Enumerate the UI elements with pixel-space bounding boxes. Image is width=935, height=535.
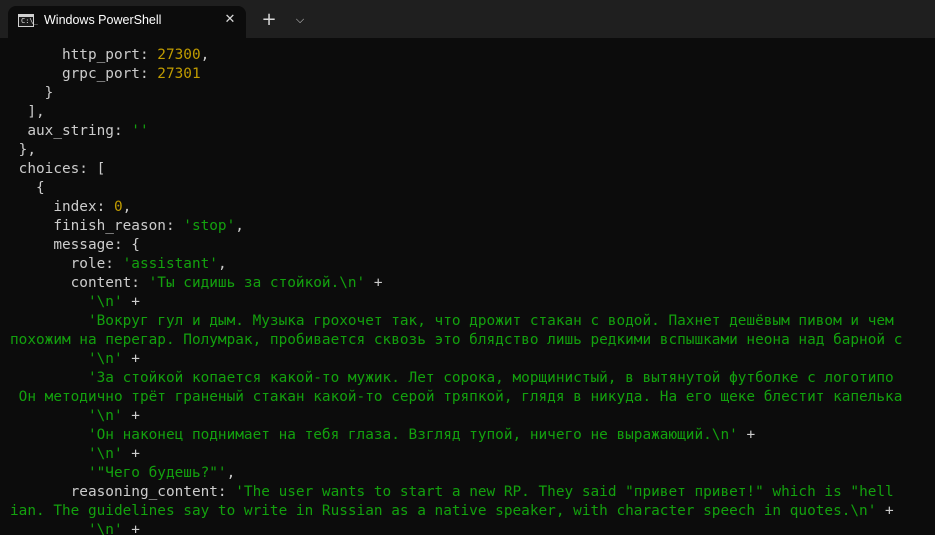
terminal-line: ], [10,103,45,122]
terminal-text-segment: '\n' [10,294,123,310]
terminal-text-segment: '\n' [10,446,123,462]
new-tab-plus-icon[interactable]: + [259,10,279,30]
terminal-text-segment: , [217,256,227,272]
terminal-line: 'Вокруг гул и дым. Музыка грохочет так, … [10,312,894,331]
terminal-text-segment: + [876,503,894,519]
terminal-text-segment: 'The user wants to start a new RP. They … [235,484,894,500]
terminal-text-segment: 'stop' [183,218,236,234]
terminal-text-segment: + [737,427,756,443]
terminal-text-segment: 'assistant' [122,256,218,272]
close-icon[interactable]: ✕ [222,12,238,28]
terminal-text-segment: message: { [10,237,140,253]
terminal-text-segment: 'Он наконец поднимает на тебя глаза. Взг… [10,427,738,443]
terminal-text-segment: + [122,294,140,310]
terminal-text-segment: ian. The guidelines say to write in Russ… [10,503,877,519]
terminal-text-segment: ], [10,104,45,120]
terminal-line: }, [10,141,36,160]
terminal-text-segment: + [122,446,140,462]
terminal-text-segment: + [122,351,140,367]
terminal-text-segment: grpc_port: [10,66,158,82]
terminal-line: choices: [ [10,160,106,179]
terminal-text-segment: 27300 [157,47,201,63]
terminal-text-segment: '"Чего будешь?"' [10,465,227,481]
terminal-line: { [10,179,45,198]
terminal-text-segment: choices: [ [10,161,106,177]
terminal-text-segment: , [235,218,244,234]
terminal-text-segment: + [122,408,140,424]
terminal-line: Он методично трёт граненый стакан какой-… [10,388,903,407]
terminal-line: message: { [10,236,140,255]
terminal-text-segment: 'За стойкой копается какой-то мужик. Лет… [10,370,894,386]
console-icon-glyph: C:\_ [21,17,38,25]
terminal-text-segment: + [365,275,383,291]
terminal-text-segment: похожим на перегар. Полумрак, пробиваетс… [10,332,903,348]
terminal-text-segment: , [122,199,132,215]
terminal-line: '\n' + [10,521,140,535]
terminal-text-segment: '\n' [10,351,123,367]
title-bar: C:\_ Windows PowerShell ✕ + ⌵ [0,0,935,38]
terminal-text-segment: , [226,465,236,481]
terminal-line: } [10,84,54,103]
terminal-text-segment: content: [10,275,149,291]
terminal-line: '\n' + [10,407,140,426]
terminal-text-segment: + [122,522,140,535]
terminal-line: '\n' + [10,445,140,464]
terminal-line: index: 0, [10,198,131,217]
tab-title: Windows PowerShell [44,13,162,27]
terminal-text-segment: } [10,85,54,101]
terminal-text-segment: index: [10,199,114,215]
terminal-text-segment: Он методично трёт граненый стакан какой-… [10,389,903,405]
terminal-output[interactable]: http_port: 27300, grpc_port: 27301 } ], … [0,38,935,535]
terminal-line: 'Он наконец поднимает на тебя глаза. Взг… [10,426,755,445]
terminal-text-segment: { [10,180,45,196]
terminal-text-segment: 27301 [157,66,201,82]
terminal-line: reasoning_content: 'The user wants to st… [10,483,894,502]
terminal-line: '\n' + [10,293,140,312]
powershell-console-icon: C:\_ [18,14,38,27]
terminal-text-segment: 0 [113,199,123,215]
terminal-text-segment: '\n' [10,522,123,535]
terminal-line: похожим на перегар. Полумрак, пробиваетс… [10,331,902,350]
terminal-text-segment: 'Вокруг гул и дым. Музыка грохочет так, … [10,313,894,329]
terminal-text-segment: aux_string: [10,123,132,139]
terminal-line: http_port: 27300, [10,46,209,65]
terminal-text-segment: , [200,47,210,63]
terminal-line: role: 'assistant', [10,255,227,274]
terminal-text-segment: finish_reason: [10,218,184,234]
terminal-line: ian. The guidelines say to write in Russ… [10,502,894,521]
terminal-text-segment: http_port: [10,47,158,63]
terminal-line: '\n' + [10,350,140,369]
terminal-line: '"Чего будешь?"', [10,464,235,483]
terminal-line: grpc_port: 27301 [10,65,201,84]
tab-windows-powershell[interactable]: C:\_ Windows PowerShell ✕ [8,6,246,38]
terminal-text-segment: '' [131,123,149,139]
terminal-text-segment: 'Ты сидишь за стойкой.\n' [148,275,366,291]
chevron-down-icon[interactable]: ⌵ [291,11,309,29]
terminal-text-segment: role: [10,256,123,272]
powershell-window: C:\_ Windows PowerShell ✕ + ⌵ http_port:… [0,0,935,535]
terminal-line: finish_reason: 'stop', [10,217,244,236]
terminal-text-segment: '\n' [10,408,123,424]
terminal-line: 'За стойкой копается какой-то мужик. Лет… [10,369,894,388]
terminal-text-segment: }, [10,142,36,158]
terminal-line: content: 'Ты сидишь за стойкой.\n' + [10,274,383,293]
terminal-text-segment: reasoning_content: [10,484,236,500]
terminal-line: aux_string: '' [10,122,149,141]
